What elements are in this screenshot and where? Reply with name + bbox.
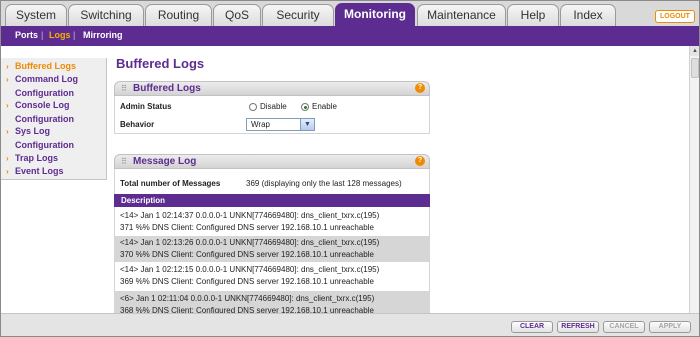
sidebar-item-label: Console Log	[15, 100, 70, 110]
buffered-logs-panel-header: ⠿ Buffered Logs ?	[114, 81, 430, 96]
sidebar-item-label: Event Logs	[15, 166, 64, 176]
bottom-action-bar: CLEAR REFRESH CANCEL APPLY	[1, 313, 699, 336]
tab-maintenance[interactable]: Maintenance	[417, 4, 506, 26]
log-line-1: <14> Jan 1 02:13:26 0.0.0.0-1 UNKN[77466…	[120, 238, 380, 247]
sidebar-item-label-line2: Configuration	[15, 88, 74, 98]
subnav-separator: |	[41, 30, 44, 40]
help-icon[interactable]: ?	[415, 156, 425, 166]
log-line-2: 370 %% DNS Client: Configured DNS server…	[120, 250, 374, 259]
cancel-button[interactable]: CANCEL	[603, 321, 645, 333]
sub-nav: Ports | Logs | Mirroring	[1, 26, 699, 46]
sidebar-item-label: Sys Log	[15, 126, 51, 136]
panel-title: Buffered Logs	[133, 83, 201, 94]
tab-routing[interactable]: Routing	[145, 4, 212, 26]
column-header-label: Description	[121, 196, 166, 205]
tab-system[interactable]: System	[5, 4, 67, 26]
sidebar-item-trap-logs[interactable]: › Trap Logs	[6, 152, 58, 165]
tab-security[interactable]: Security	[262, 4, 334, 26]
subnav-logs[interactable]: Logs	[49, 29, 71, 42]
chevron-right-icon: ›	[6, 167, 9, 176]
page-title: Buffered Logs	[116, 56, 205, 71]
description-column-header: Description	[114, 194, 430, 207]
subnav-ports[interactable]: Ports	[15, 29, 38, 42]
sidebar-item-console-log[interactable]: › Console Log Configuration	[6, 99, 74, 125]
top-nav: System Switching Routing QoS Security Mo…	[1, 1, 699, 26]
sidebar-item-label-line2: Configuration	[15, 114, 74, 124]
sidebar-item-label-line2: Configuration	[15, 140, 74, 150]
tab-switching[interactable]: Switching	[68, 4, 144, 26]
subnav-separator: |	[73, 30, 76, 40]
chevron-right-icon: ›	[6, 127, 9, 136]
total-messages-value: 369 (displaying only the last 128 messag…	[246, 179, 402, 188]
admin-status-enable-label: Enable	[312, 102, 337, 111]
admin-status-enable-radio[interactable]	[301, 103, 309, 111]
scroll-up-icon[interactable]: ▲	[690, 46, 699, 56]
panel-title: Message Log	[133, 156, 197, 167]
behavior-value: Wrap	[251, 120, 270, 129]
tab-qos[interactable]: QoS	[213, 4, 261, 26]
drag-grip-icon: ⠿	[121, 157, 127, 166]
tab-help[interactable]: Help	[507, 4, 559, 26]
chevron-down-icon: ▼	[300, 119, 314, 130]
log-row: <14> Jan 1 02:12:15 0.0.0.0-1 UNKN[77466…	[114, 263, 430, 289]
app-window: System Switching Routing QoS Security Mo…	[0, 0, 700, 337]
sidebar-item-command-log[interactable]: › Command Log Configuration	[6, 73, 78, 99]
admin-status-label: Admin Status	[120, 102, 172, 111]
refresh-button[interactable]: REFRESH	[557, 321, 599, 333]
clear-button[interactable]: CLEAR	[511, 321, 553, 333]
sidebar-item-label: Command Log	[15, 74, 78, 84]
log-line-2: 371 %% DNS Client: Configured DNS server…	[120, 223, 374, 232]
sidebar-item-label: Buffered Logs	[15, 61, 77, 71]
message-log-panel-header: ⠿ Message Log ?	[114, 154, 430, 169]
behavior-select[interactable]: Wrap ▼	[246, 118, 315, 131]
log-line-1: <14> Jan 1 02:14:37 0.0.0.0-1 UNKN[77466…	[120, 211, 380, 220]
sidebar-item-label: Trap Logs	[15, 153, 59, 163]
chevron-right-icon: ›	[6, 75, 9, 84]
chevron-right-icon: ›	[6, 101, 9, 110]
chevron-right-icon: ›	[6, 154, 9, 163]
log-row: <14> Jan 1 02:14:37 0.0.0.0-1 UNKN[77466…	[114, 209, 430, 235]
subnav-mirroring[interactable]: Mirroring	[83, 29, 123, 42]
admin-status-disable-radio[interactable]	[249, 103, 257, 111]
sidebar-item-event-logs[interactable]: › Event Logs	[6, 165, 64, 178]
logout-button[interactable]: LOGOUT	[655, 10, 695, 23]
total-messages-label: Total number of Messages	[120, 179, 221, 188]
log-row: <14> Jan 1 02:13:26 0.0.0.0-1 UNKN[77466…	[114, 236, 430, 262]
tab-monitoring[interactable]: Monitoring	[335, 3, 415, 26]
apply-button[interactable]: APPLY	[649, 321, 691, 333]
sidebar-item-buffered-logs[interactable]: › Buffered Logs	[6, 60, 76, 73]
drag-grip-icon: ⠿	[121, 84, 127, 93]
admin-status-disable-label: Disable	[260, 102, 287, 111]
scroll-thumb[interactable]	[691, 58, 699, 78]
help-icon[interactable]: ?	[415, 83, 425, 93]
vertical-scrollbar[interactable]: ▲	[689, 46, 699, 313]
log-line-1: <14> Jan 1 02:12:15 0.0.0.0-1 UNKN[77466…	[120, 265, 380, 274]
sidebar: › Buffered Logs › Command Log Configuratio…	[1, 58, 107, 180]
log-line-1: <6> Jan 1 02:11:04 0.0.0.0-1 UNKN[774669…	[120, 294, 375, 303]
behavior-label: Behavior	[120, 120, 155, 129]
log-line-2: 369 %% DNS Client: Configured DNS server…	[120, 277, 374, 286]
chevron-right-icon: ›	[6, 62, 9, 71]
tab-index[interactable]: Index	[560, 4, 616, 26]
sidebar-item-sys-log[interactable]: › Sys Log Configuration	[6, 125, 74, 151]
